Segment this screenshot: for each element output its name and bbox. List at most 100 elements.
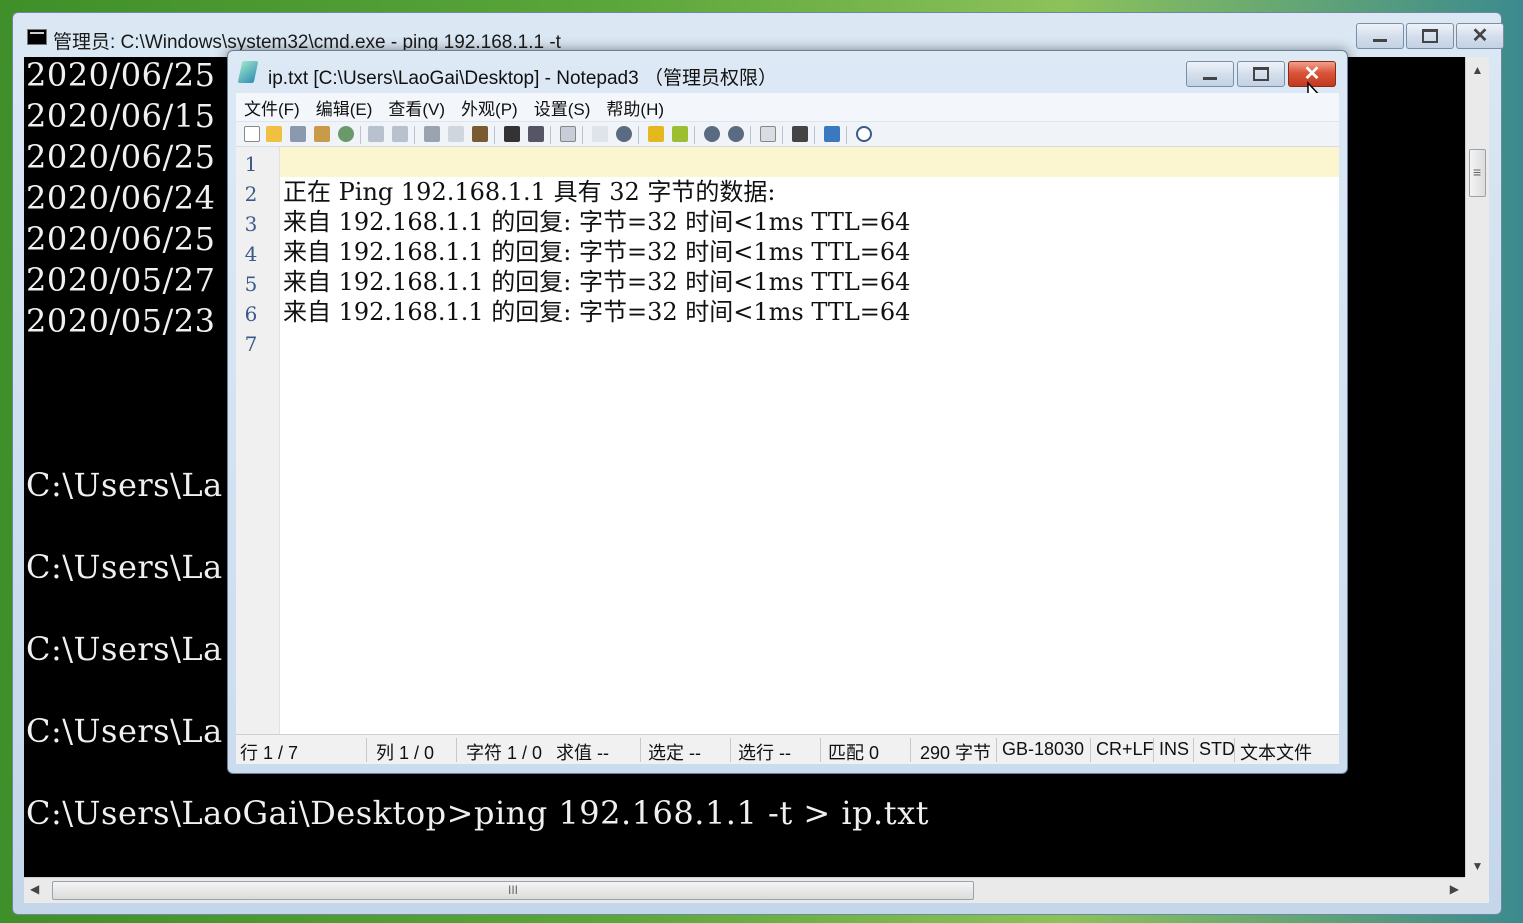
toolbar-separator xyxy=(494,126,495,144)
save-as-icon[interactable] xyxy=(314,126,330,142)
console-line: C:\Users\La xyxy=(26,630,223,668)
console-command-line: C:\Users\LaoGai\Desktop>ping 192.168.1.1… xyxy=(26,794,929,832)
line-number: 6 xyxy=(244,302,258,326)
line-number: 4 xyxy=(244,242,258,266)
status-selection[interactable]: 选定 -- xyxy=(648,739,701,765)
cmd-horizontal-scrollbar[interactable]: ◀ III ▶ xyxy=(24,877,1465,903)
cmd-icon xyxy=(27,29,47,45)
revert-icon[interactable] xyxy=(338,126,354,142)
cmd-vertical-scrollbar[interactable]: ▲ ▼ xyxy=(1465,57,1489,877)
notepad3-window: ip.txt [C:\Users\LaoGai\Desktop] - Notep… xyxy=(227,50,1348,774)
menu-settings[interactable]: 设置(S) xyxy=(526,95,599,120)
toolbar-separator xyxy=(694,126,695,144)
console-line: 2020/06/25 xyxy=(26,57,216,94)
status-separator xyxy=(820,738,821,762)
new-file-icon[interactable] xyxy=(244,126,260,142)
exit-icon[interactable] xyxy=(856,126,872,142)
replace-icon[interactable] xyxy=(528,126,544,142)
status-separator xyxy=(1234,738,1235,762)
maximize-icon xyxy=(1422,29,1438,43)
toolbar-separator xyxy=(846,126,847,144)
console-line: 2020/06/25 xyxy=(26,220,216,258)
status-ins[interactable]: INS xyxy=(1159,739,1189,760)
redo-icon[interactable] xyxy=(392,126,408,142)
cut-icon[interactable] xyxy=(424,126,440,142)
text-line: 来自 192.168.1.1 的回复: 字节=32 时间<1ms TTL=64 xyxy=(283,298,911,326)
status-column[interactable]: 列 1 / 0 xyxy=(376,739,434,765)
status-separator xyxy=(1090,738,1091,762)
wordwrap-icon[interactable] xyxy=(560,126,576,142)
pin-icon[interactable] xyxy=(824,126,840,142)
toolbar-separator xyxy=(360,126,361,144)
status-matches[interactable]: 匹配 0 xyxy=(828,739,879,765)
add-favorite-icon[interactable] xyxy=(672,126,688,142)
menu-help[interactable]: 帮助(H) xyxy=(598,95,672,120)
status-chars[interactable]: 字符 1 / 0 xyxy=(466,739,542,765)
undo-icon[interactable] xyxy=(368,126,384,142)
notepad-titlebar[interactable]: ip.txt [C:\Users\LaoGai\Desktop] - Notep… xyxy=(228,51,1347,93)
cmd-close-button[interactable]: ✕ xyxy=(1456,23,1504,49)
toolbar-separator xyxy=(782,126,783,144)
toolbar-separator xyxy=(814,126,815,144)
menu-edit[interactable]: 编辑(E) xyxy=(308,95,381,120)
toolbar-separator xyxy=(550,126,551,144)
status-separator xyxy=(910,738,911,762)
select-all-icon[interactable] xyxy=(592,126,608,142)
line-number: 5 xyxy=(244,272,258,296)
status-size[interactable]: 290 字节 xyxy=(920,739,991,765)
cmd-minimize-button[interactable] xyxy=(1356,23,1404,49)
console-line: 2020/06/24 xyxy=(26,179,216,217)
notepad-maximize-button[interactable] xyxy=(1237,61,1285,87)
menu-appearance[interactable]: 外观(P) xyxy=(453,95,526,120)
line-number: 2 xyxy=(244,182,258,206)
console-line: 2020/05/27 xyxy=(26,261,216,299)
status-line[interactable]: 行 1 / 7 xyxy=(240,739,298,765)
open-file-icon[interactable] xyxy=(266,126,282,142)
statusbar: 行 1 / 7 列 1 / 0 字符 1 / 0 求值 -- 选定 -- 选行 … xyxy=(236,734,1339,764)
favorite-icon[interactable] xyxy=(648,126,664,142)
console-line: C:\Users\La xyxy=(26,466,223,504)
scroll-right-arrow-icon[interactable]: ▶ xyxy=(1450,882,1459,896)
minimize-icon xyxy=(1373,38,1387,42)
menu-view[interactable]: 查看(V) xyxy=(380,95,453,120)
notepad-minimize-button[interactable] xyxy=(1186,61,1234,87)
scroll-left-arrow-icon[interactable]: ◀ xyxy=(30,882,39,896)
horizontal-scroll-thumb[interactable]: III xyxy=(52,881,974,900)
status-eol[interactable]: CR+LF xyxy=(1096,739,1154,760)
vertical-scroll-thumb[interactable] xyxy=(1469,149,1486,197)
paste-icon[interactable] xyxy=(472,126,488,142)
status-separator xyxy=(640,738,641,762)
status-filetype[interactable]: 文本文件 xyxy=(1240,739,1312,765)
menu-file[interactable]: 文件(F) xyxy=(236,95,308,120)
text-line: 正在 Ping 192.168.1.1 具有 32 字节的数据: xyxy=(283,178,776,206)
schema-icon[interactable] xyxy=(760,126,776,142)
cmd-maximize-button[interactable] xyxy=(1406,23,1454,49)
close-icon: ✕ xyxy=(1471,25,1489,47)
find-icon[interactable] xyxy=(504,126,520,142)
status-separator xyxy=(1193,738,1194,762)
status-separator xyxy=(1153,738,1154,762)
search-next-icon[interactable] xyxy=(616,126,632,142)
status-separator xyxy=(730,738,731,762)
notepad-title: ip.txt [C:\Users\LaoGai\Desktop] - Notep… xyxy=(268,68,777,89)
status-selected-lines[interactable]: 选行 -- xyxy=(738,739,791,765)
resize-grip[interactable] xyxy=(1465,877,1489,903)
screen-icon[interactable] xyxy=(792,126,808,142)
status-std[interactable]: STD xyxy=(1199,739,1235,760)
status-encoding[interactable]: GB-18030 xyxy=(1002,739,1084,760)
save-icon[interactable] xyxy=(290,126,306,142)
status-separator xyxy=(366,738,367,762)
scroll-down-arrow-icon[interactable]: ▼ xyxy=(1466,859,1489,873)
toolbar-separator xyxy=(750,126,751,144)
copy-icon[interactable] xyxy=(448,126,464,142)
editor[interactable]: 1 2 3 4 5 6 7 正在 Ping 192.168.1.1 具有 32 … xyxy=(236,147,1339,734)
scroll-up-arrow-icon[interactable]: ▲ xyxy=(1466,63,1489,77)
text-line: 来自 192.168.1.1 的回复: 字节=32 时间<1ms TTL=64 xyxy=(283,238,911,266)
toolbar-separator xyxy=(414,126,415,144)
zoom-out-icon[interactable] xyxy=(728,126,744,142)
text-line: 来自 192.168.1.1 的回复: 字节=32 时间<1ms TTL=64 xyxy=(283,268,911,296)
minimize-icon xyxy=(1203,76,1217,80)
toolbar-separator xyxy=(638,126,639,144)
status-value[interactable]: 求值 -- xyxy=(556,739,609,765)
zoom-in-icon[interactable] xyxy=(704,126,720,142)
